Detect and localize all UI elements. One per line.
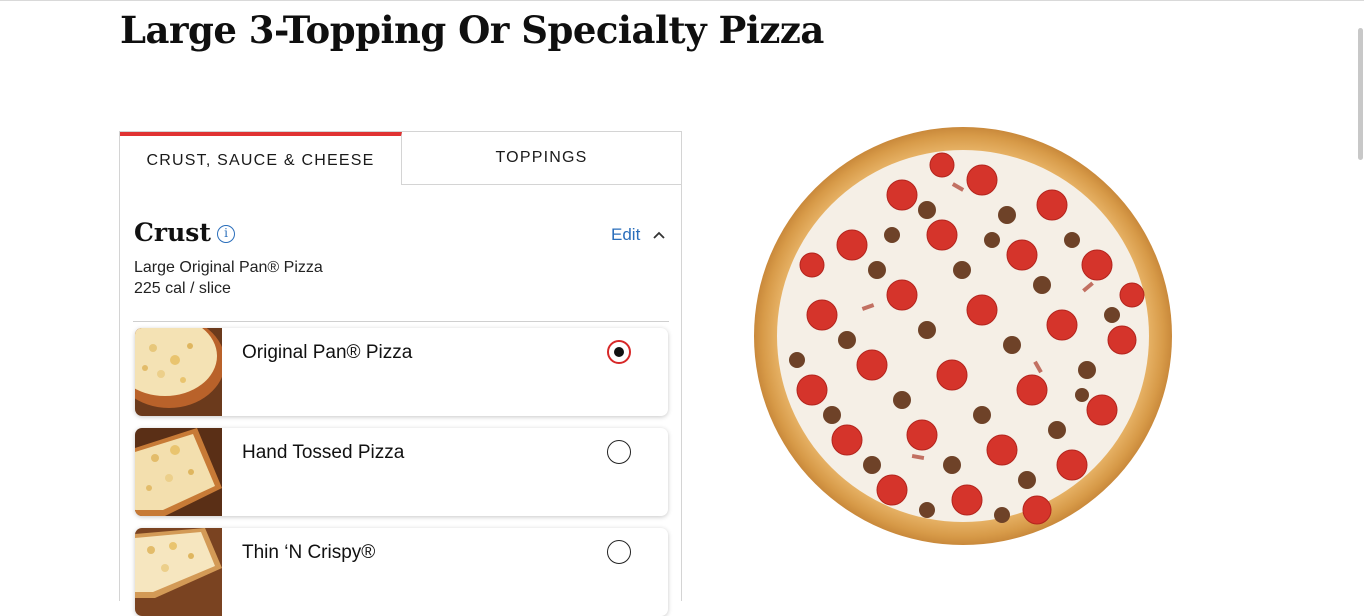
pizza-image <box>754 127 1172 545</box>
crust-thumbnail-image <box>135 528 222 616</box>
tab-toppings[interactable]: TOPPINGS <box>402 132 681 185</box>
crust-summary: Large Original Pan® Pizza 225 cal / slic… <box>134 257 323 299</box>
edit-link[interactable]: Edit <box>611 225 640 245</box>
scrollbar-thumb[interactable] <box>1358 28 1363 160</box>
top-divider <box>0 0 1364 1</box>
tab-bar: TOPPINGS CRUST, SAUCE & CHEESE <box>120 132 681 185</box>
crust-option-thin-n-crispy[interactable]: Thin ‘N Crispy® <box>135 528 668 616</box>
crust-option-label: Hand Tossed Pizza <box>242 442 405 463</box>
radio-button[interactable] <box>607 540 631 564</box>
builder-panel: TOPPINGS CRUST, SAUCE & CHEESE Crust i E… <box>119 131 682 616</box>
page-title: Large 3-Topping Or Specialty Pizza <box>120 8 824 52</box>
tab-crust-sauce-cheese[interactable]: CRUST, SAUCE & CHEESE <box>120 132 402 185</box>
crust-thumbnail-image <box>135 428 222 516</box>
crust-thumbnail-image <box>135 328 222 416</box>
divider <box>133 321 669 322</box>
crust-option-label: Original Pan® Pizza <box>242 342 413 363</box>
crust-option-label: Thin ‘N Crispy® <box>242 542 376 563</box>
calorie-info: 225 cal / slice <box>134 280 231 297</box>
radio-button-selected[interactable] <box>607 340 631 364</box>
crust-option-original-pan[interactable]: Original Pan® Pizza <box>135 328 668 416</box>
chevron-up-icon[interactable] <box>652 230 666 240</box>
crust-option-hand-tossed[interactable]: Hand Tossed Pizza <box>135 428 668 516</box>
selected-crust-name: Large Original Pan® Pizza <box>134 259 323 276</box>
section-heading-crust: Crust <box>134 218 211 247</box>
radio-button[interactable] <box>607 440 631 464</box>
info-icon[interactable]: i <box>217 225 235 243</box>
tab-label: CRUST, SAUCE & CHEESE <box>146 151 375 169</box>
tab-label: TOPPINGS <box>495 149 588 166</box>
